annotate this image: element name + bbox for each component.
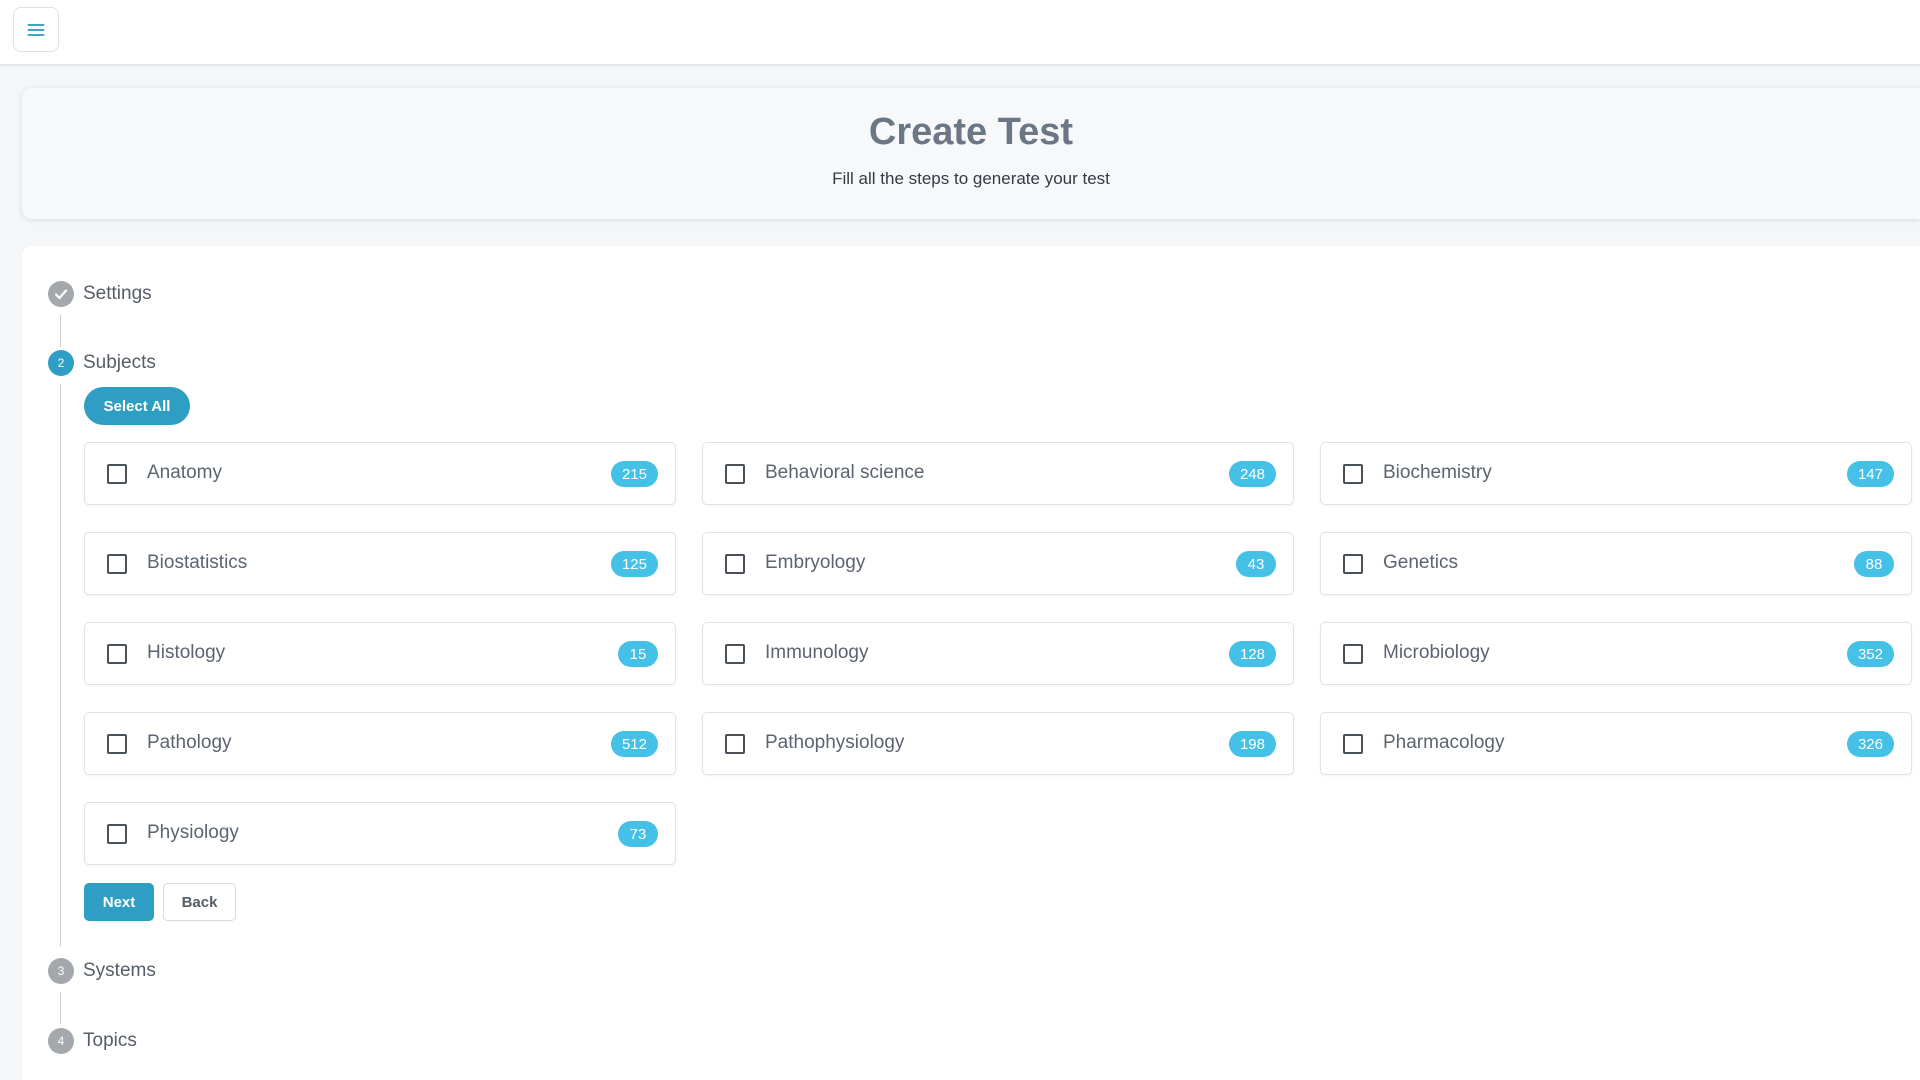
subject-option[interactable]: Anatomy 215: [84, 442, 676, 505]
page-header: Create Test Fill all the steps to genera…: [22, 88, 1920, 219]
subject-checkbox[interactable]: [725, 734, 745, 754]
subject-option[interactable]: Pathophysiology 198: [702, 712, 1294, 775]
check-icon: [48, 281, 74, 307]
question-count-badge: 215: [610, 461, 658, 487]
stepper-card: Settings 2 Subjects Select All Anatomy 21…: [22, 246, 1920, 1080]
subject-checkbox[interactable]: [107, 644, 127, 664]
step-number: 3: [48, 958, 74, 984]
subject-checkbox[interactable]: [1343, 554, 1363, 574]
subject-checkbox[interactable]: [107, 824, 127, 844]
step-topics[interactable]: 4 Topics: [48, 1028, 137, 1054]
step-systems[interactable]: 3 Systems: [48, 958, 156, 984]
question-count-badge: 88: [1854, 551, 1894, 577]
subject-option[interactable]: Biochemistry 147: [1320, 442, 1912, 505]
subject-name: Biochemistry: [1383, 462, 1492, 483]
subject-option[interactable]: Behavioral science 248: [702, 442, 1294, 505]
select-all-button[interactable]: Select All: [84, 387, 190, 425]
subject-checkbox[interactable]: [107, 464, 127, 484]
question-count-badge: 512: [610, 731, 658, 757]
subject-checkbox[interactable]: [1343, 644, 1363, 664]
subject-checkbox[interactable]: [107, 554, 127, 574]
subject-option[interactable]: Pathology 512: [84, 712, 676, 775]
question-count-badge: 147: [1846, 461, 1894, 487]
subject-option[interactable]: Physiology 73: [84, 802, 676, 865]
question-count-badge: 128: [1228, 641, 1276, 667]
subject-name: Pathophysiology: [765, 732, 905, 753]
hamburger-icon: [27, 23, 45, 36]
subject-checkbox[interactable]: [725, 464, 745, 484]
subject-option[interactable]: Embryology 43: [702, 532, 1294, 595]
subject-name: Behavioral science: [765, 462, 925, 483]
subject-name: Pathology: [147, 732, 232, 753]
top-bar: [0, 0, 1920, 64]
step-label: Settings: [83, 283, 152, 304]
step-connector: [60, 315, 61, 347]
subject-option[interactable]: Genetics 88: [1320, 532, 1912, 595]
subject-checkbox[interactable]: [725, 644, 745, 664]
subject-option[interactable]: Pharmacology 326: [1320, 712, 1912, 775]
question-count-badge: 352: [1846, 641, 1894, 667]
step-label: Topics: [83, 1030, 137, 1051]
question-count-badge: 43: [1236, 551, 1276, 577]
subject-option[interactable]: Biostatistics 125: [84, 532, 676, 595]
subject-checkbox[interactable]: [725, 554, 745, 574]
subject-name: Anatomy: [147, 462, 222, 483]
step-label: Subjects: [83, 352, 156, 373]
step-connector: [60, 992, 61, 1024]
question-count-badge: 125: [610, 551, 658, 577]
step-number: 2: [48, 350, 74, 376]
question-count-badge: 326: [1846, 731, 1894, 757]
subject-checkbox[interactable]: [1343, 464, 1363, 484]
step-subjects[interactable]: 2 Subjects: [48, 350, 156, 376]
subject-name: Embryology: [765, 552, 866, 573]
next-button[interactable]: Next: [84, 883, 154, 921]
question-count-badge: 15: [618, 641, 658, 667]
step-label: Systems: [83, 960, 156, 981]
subject-name: Histology: [147, 642, 226, 663]
subject-checkbox[interactable]: [107, 734, 127, 754]
subject-name: Physiology: [147, 822, 239, 843]
step-settings[interactable]: Settings: [48, 281, 152, 307]
menu-button[interactable]: [13, 7, 59, 52]
subject-name: Pharmacology: [1383, 732, 1505, 753]
back-button[interactable]: Back: [163, 883, 236, 921]
subject-option[interactable]: Microbiology 352: [1320, 622, 1912, 685]
subject-option[interactable]: Histology 15: [84, 622, 676, 685]
question-count-badge: 73: [618, 821, 658, 847]
step-connector: [60, 384, 61, 946]
page-title: Create Test: [868, 111, 1074, 153]
subject-name: Microbiology: [1383, 642, 1490, 663]
subject-name: Immunology: [765, 642, 869, 663]
step-number: 4: [48, 1028, 74, 1054]
question-count-badge: 248: [1228, 461, 1276, 487]
question-count-badge: 198: [1228, 731, 1276, 757]
subject-checkbox[interactable]: [1343, 734, 1363, 754]
subject-option[interactable]: Immunology 128: [702, 622, 1294, 685]
subject-name: Genetics: [1383, 552, 1458, 573]
page-subtitle: Fill all the steps to generate your test: [832, 169, 1110, 188]
subject-name: Biostatistics: [147, 552, 248, 573]
